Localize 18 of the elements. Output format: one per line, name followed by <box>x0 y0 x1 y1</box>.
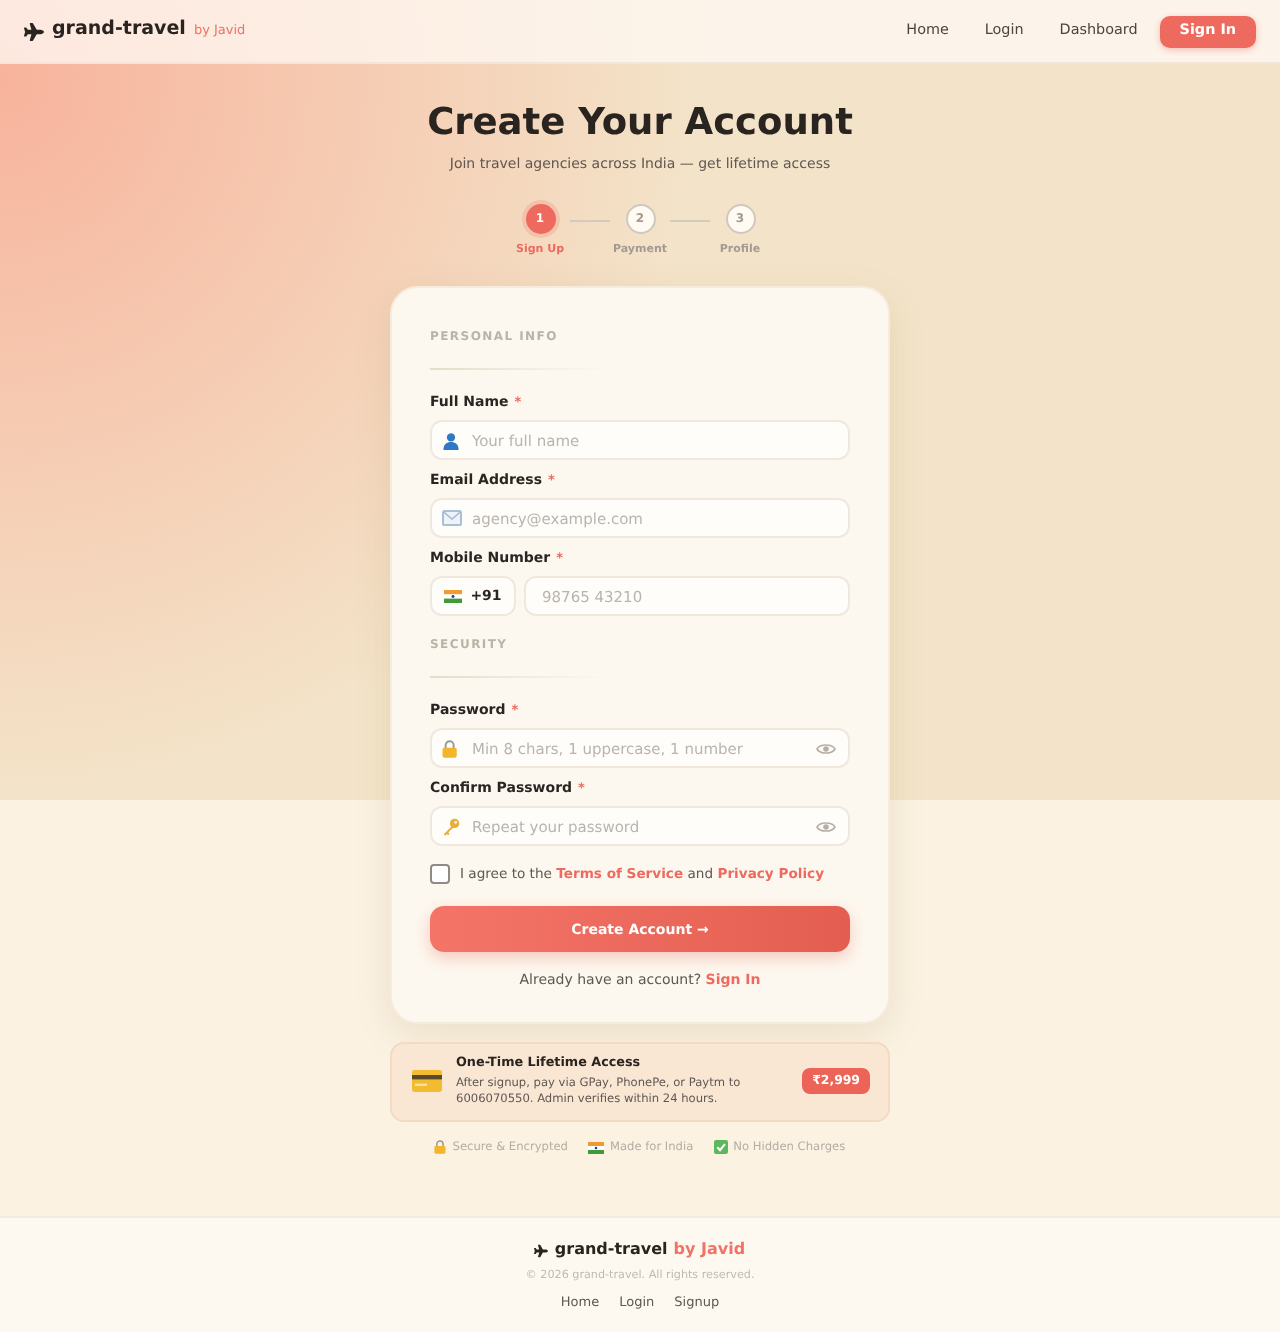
plane-icon <box>534 1243 549 1257</box>
lock-icon <box>442 739 458 758</box>
user-icon <box>442 431 460 450</box>
lock-icon <box>434 1140 447 1155</box>
envelope-icon <box>442 510 462 527</box>
plane-icon <box>24 21 44 41</box>
show-password-eye-icon[interactable] <box>816 741 836 756</box>
check-icon <box>713 1140 728 1155</box>
footer-byline: by Javid <box>673 1238 746 1262</box>
footer-brand: grand-travel <box>554 1238 668 1262</box>
brand-logo[interactable]: grand-travel <box>52 16 186 46</box>
page-title: Create Your Account <box>427 102 853 146</box>
credit-card-icon <box>412 1070 442 1093</box>
show-password-eye-icon[interactable] <box>816 819 836 834</box>
key-icon <box>442 817 460 836</box>
flag-icon <box>587 1141 604 1154</box>
flag-icon <box>444 590 463 603</box>
terms-checkbox[interactable] <box>430 864 450 885</box>
